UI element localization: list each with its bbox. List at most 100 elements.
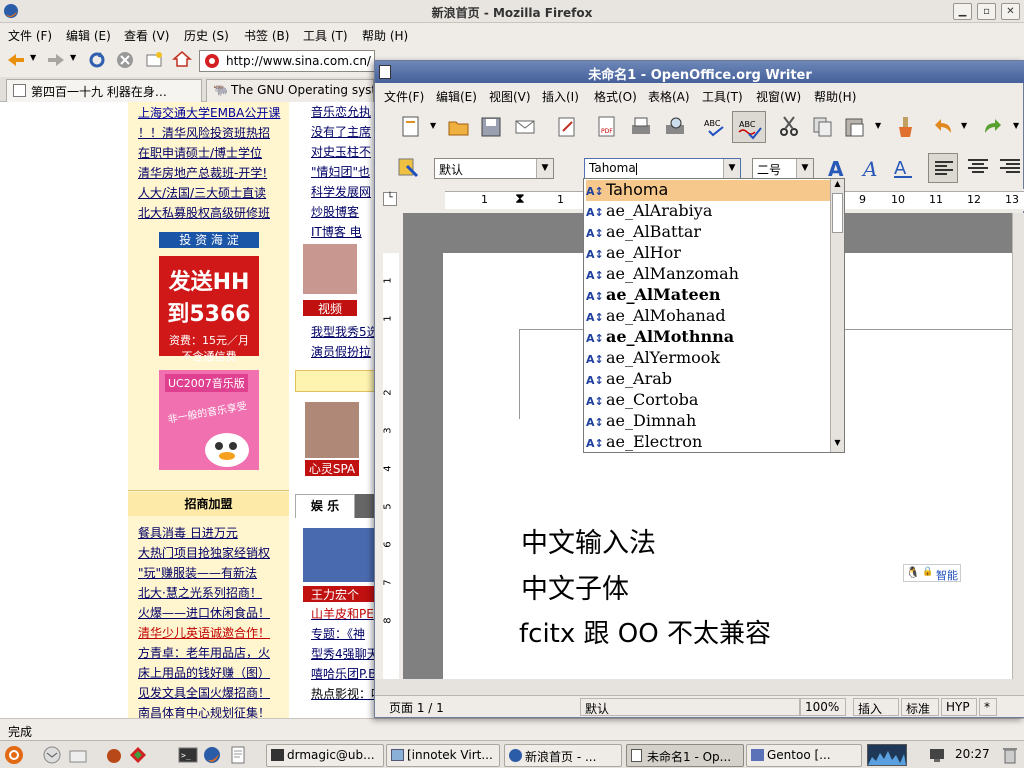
new-dropdown-icon[interactable]: ▼ bbox=[430, 121, 436, 130]
zs-link-8[interactable]: 床上用品的钱好赚（图） bbox=[138, 664, 270, 681]
scroll-up-icon[interactable]: ▲ bbox=[832, 179, 843, 191]
back-icon[interactable] bbox=[6, 52, 26, 68]
format-paintbrush-icon[interactable] bbox=[893, 115, 917, 139]
mid-link[interactable]: 对史玉柱不 bbox=[311, 142, 371, 162]
spa-thumbnail[interactable] bbox=[305, 402, 359, 458]
undo-dropdown-icon[interactable]: ▼ bbox=[961, 121, 967, 130]
forward-icon[interactable] bbox=[46, 52, 66, 68]
reload-icon[interactable] bbox=[88, 51, 106, 69]
paragraph-style-combo[interactable]: 默认 ▼ bbox=[434, 158, 554, 179]
redo-icon[interactable] bbox=[981, 115, 1005, 139]
undo-icon[interactable] bbox=[931, 115, 955, 139]
font-option[interactable]: A↕ ae_Cortoba bbox=[586, 390, 830, 411]
mid-link[interactable]: 型秀4强聊天 bbox=[311, 644, 375, 664]
link-emba[interactable]: 上海交通大学EMBA公开课 bbox=[138, 104, 280, 121]
horizontal-scrollbar[interactable] bbox=[375, 679, 1024, 695]
align-left-button[interactable] bbox=[928, 153, 958, 183]
terminal-icon[interactable]: >_ bbox=[178, 745, 198, 765]
tab-other[interactable] bbox=[355, 494, 375, 518]
email-icon[interactable] bbox=[513, 115, 537, 139]
oo-menu-window[interactable]: 视窗(W) bbox=[756, 88, 801, 105]
open-icon[interactable] bbox=[447, 115, 471, 139]
oo-menu-tools[interactable]: 工具(T) bbox=[702, 88, 743, 105]
font-option[interactable]: A↕ ae_AlMothnna bbox=[586, 327, 830, 348]
menu-help[interactable]: 帮助 (H) bbox=[362, 27, 408, 44]
font-size-combo[interactable]: 二号 ▼ bbox=[752, 158, 814, 179]
zs-link-10[interactable]: 南昌体育中心规划征集！ bbox=[138, 704, 270, 718]
oo-menu-help[interactable]: 帮助(H) bbox=[814, 88, 856, 105]
oo-menu-file[interactable]: 文件(F) bbox=[384, 88, 424, 105]
status-insert[interactable]: 插入 bbox=[853, 698, 899, 716]
mid-link[interactable]: 科学发展网 bbox=[311, 182, 371, 202]
menu-bookmarks[interactable]: 书签 (B) bbox=[244, 27, 289, 44]
export-pdf-icon[interactable]: PDF bbox=[595, 115, 619, 139]
zs-link-5[interactable]: 火爆——进口休闲食品！ bbox=[138, 604, 270, 621]
font-option[interactable]: A↕ ae_AlHor bbox=[586, 243, 830, 264]
ad-uc-music[interactable]: UC2007音乐版 非一般的音乐享受 bbox=[159, 370, 259, 470]
oo-menu-edit[interactable]: 编辑(E) bbox=[436, 88, 477, 105]
print-preview-icon[interactable] bbox=[663, 115, 687, 139]
zs-link-4[interactable]: 北大·慧之光系列招商！ bbox=[138, 584, 262, 601]
zs-link-7[interactable]: 方青卓：老年用品店，火 bbox=[138, 644, 270, 661]
task-virtualbox[interactable]: [innotek Virt... bbox=[386, 744, 500, 767]
wang-label[interactable]: 王力宏个 bbox=[303, 586, 375, 602]
font-option-tahoma[interactable]: A↕ Tahoma bbox=[586, 180, 830, 201]
tab-1[interactable]: 第四百一十九 利器在身… bbox=[6, 79, 202, 102]
copy-icon[interactable] bbox=[811, 115, 835, 139]
mid-link[interactable]: 嘻哈乐团P.B bbox=[311, 664, 375, 684]
show-desktop-icon[interactable] bbox=[68, 745, 88, 765]
link-renda[interactable]: 人大/法国/三大硕士直读 bbox=[138, 184, 266, 201]
vertical-ruler[interactable]: 1 1 2 3 4 5 6 7 8 bbox=[379, 213, 401, 703]
clock[interactable]: 20:27 bbox=[955, 747, 990, 761]
doc-line-3[interactable]: fcitx 跟 OO 不太兼容 bbox=[519, 613, 771, 650]
styles-formatting-icon[interactable] bbox=[397, 156, 421, 180]
chevron-down-icon[interactable]: ▼ bbox=[723, 159, 740, 178]
minimize-button[interactable]: ▁ bbox=[953, 3, 972, 20]
oo-menu-insert[interactable]: 插入(I) bbox=[542, 88, 579, 105]
scroll-down-icon[interactable]: ▼ bbox=[832, 438, 843, 450]
ad-hh[interactable]: 发送HH 到5366 资费：15元／月 不含通信费 bbox=[159, 256, 259, 363]
link-pku-pe[interactable]: 北大私募股权高级研修班 bbox=[138, 204, 270, 221]
app-launcher-2-icon[interactable] bbox=[128, 745, 148, 765]
font-option[interactable]: A↕ ae_Arab bbox=[586, 369, 830, 390]
mid-link[interactable]: 没有了主席 bbox=[311, 122, 371, 142]
stop-icon[interactable] bbox=[116, 51, 134, 69]
ubuntu-menu-icon[interactable] bbox=[4, 745, 24, 765]
video-thumbnail[interactable] bbox=[303, 244, 357, 294]
zs-link-3[interactable]: "玩"赚服装——有新法 bbox=[138, 564, 257, 581]
font-option[interactable]: A↕ ae_AlMohanad bbox=[586, 306, 830, 327]
task-firefox[interactable]: 新浪首页 - ... bbox=[504, 744, 622, 767]
mid-link[interactable]: 炒股博客 bbox=[311, 202, 371, 222]
system-monitor-graph[interactable] bbox=[867, 744, 907, 766]
scroll-thumb[interactable] bbox=[832, 193, 843, 233]
oo-menu-view[interactable]: 视图(V) bbox=[489, 88, 531, 105]
status-style[interactable]: 默认 bbox=[580, 698, 800, 716]
app-launcher-icon[interactable] bbox=[104, 745, 124, 765]
link-venture[interactable]: ！！清华风险投资班热招 bbox=[138, 124, 270, 141]
font-name-combo[interactable]: Tahoma ▼ bbox=[584, 158, 741, 179]
menu-edit[interactable]: 编辑 (E) bbox=[66, 27, 111, 44]
edit-file-icon[interactable] bbox=[555, 115, 579, 139]
save-icon[interactable] bbox=[479, 115, 503, 139]
mid-link[interactable]: IT博客 电 bbox=[311, 222, 371, 242]
new-document-icon[interactable] bbox=[399, 115, 423, 139]
status-hyp[interactable]: HYP bbox=[941, 698, 977, 716]
font-list-scrollbar[interactable]: ▲ ▼ bbox=[830, 179, 844, 452]
task-writer[interactable]: 未命名1 - Op... bbox=[626, 744, 744, 767]
chevron-down-icon[interactable]: ▼ bbox=[536, 159, 553, 178]
redo-dropdown-icon[interactable]: ▼ bbox=[1013, 121, 1019, 130]
zs-link-9[interactable]: 见发文具全国火爆招商！ bbox=[138, 684, 270, 701]
font-option[interactable]: A↕ ae_AlArabiya bbox=[586, 201, 830, 222]
menu-history[interactable]: 历史 (S) bbox=[184, 27, 229, 44]
zs-link-1[interactable]: 餐具消毒 日进万元 bbox=[138, 524, 238, 541]
spa-label[interactable]: 心灵SPA bbox=[305, 460, 359, 476]
autospellcheck-toggle[interactable]: ABC bbox=[732, 111, 766, 143]
font-option[interactable]: A↕ ae_Electron bbox=[586, 432, 830, 452]
font-option[interactable]: A↕ ae_AlYermook bbox=[586, 348, 830, 369]
status-standard[interactable]: 标准 bbox=[901, 698, 939, 716]
doc-line-2[interactable]: 中文子体 bbox=[521, 567, 629, 606]
mid-link[interactable]: 我型我秀5选 bbox=[311, 322, 375, 342]
close-button[interactable]: ✕ bbox=[1001, 3, 1020, 20]
menu-view[interactable]: 查看 (V) bbox=[124, 27, 169, 44]
home-icon[interactable] bbox=[172, 50, 192, 68]
